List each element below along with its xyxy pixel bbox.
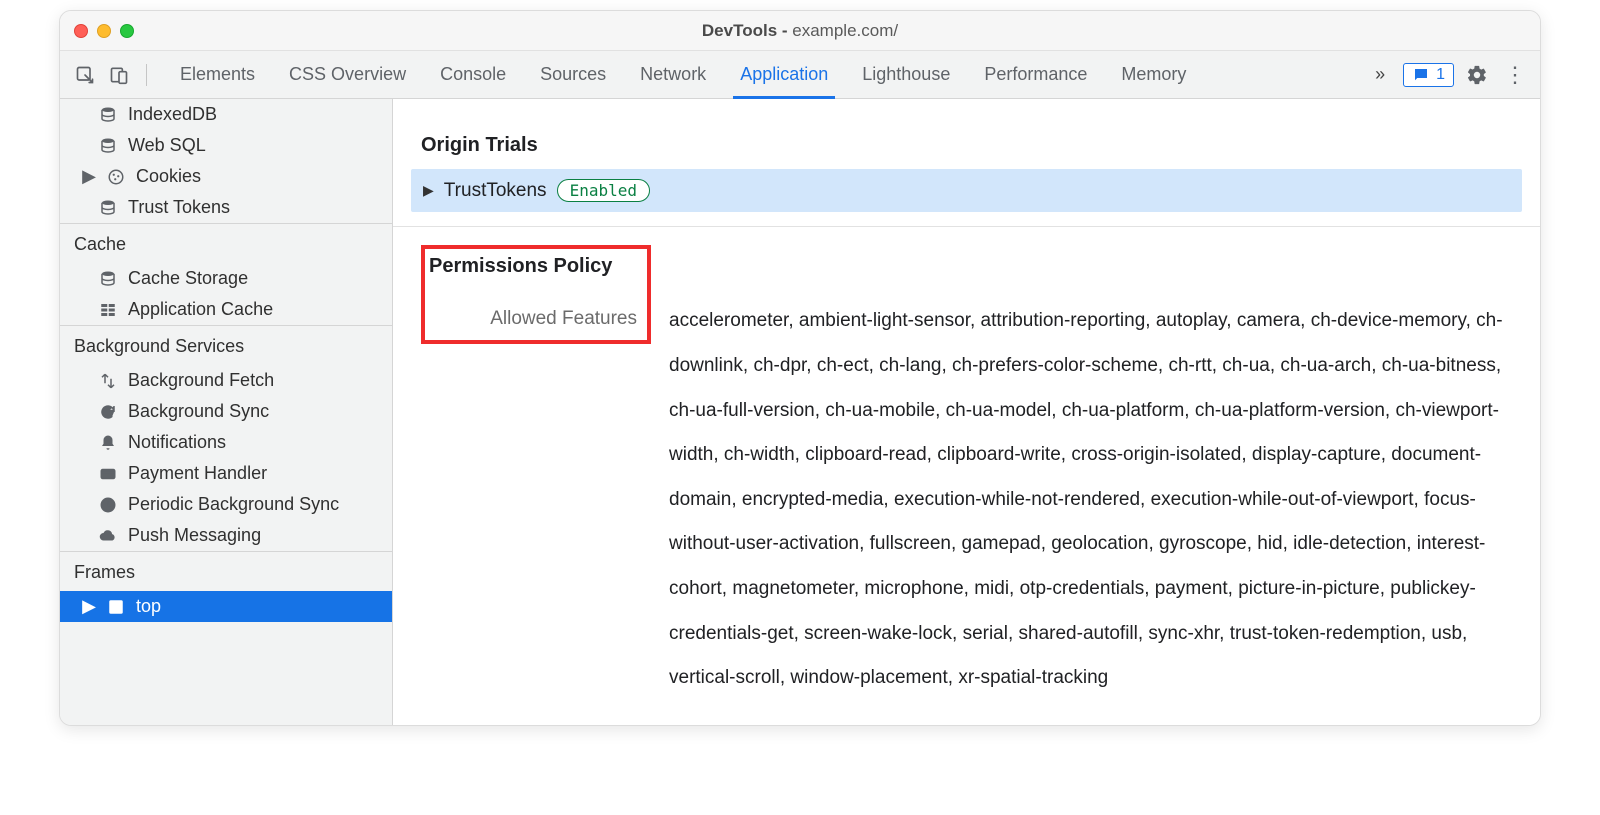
sidebar-label: Notifications bbox=[128, 432, 226, 453]
tab-sources[interactable]: Sources bbox=[523, 51, 623, 99]
permissions-allowed-features-label: Allowed Features bbox=[429, 308, 637, 330]
devtools-toolbar: Elements CSS Overview Console Sources Ne… bbox=[60, 51, 1540, 99]
window-title: DevTools - example.com/ bbox=[60, 21, 1540, 41]
sidebar-label: top bbox=[136, 596, 161, 617]
tab-application[interactable]: Application bbox=[723, 51, 845, 99]
more-tabs-icon[interactable]: » bbox=[1369, 64, 1391, 85]
title-url: example.com/ bbox=[792, 21, 898, 40]
cookie-icon bbox=[106, 167, 126, 187]
inspect-element-icon[interactable] bbox=[70, 60, 100, 90]
sidebar-item-frame-top[interactable]: ▶ top bbox=[60, 591, 392, 622]
window-controls bbox=[74, 24, 134, 38]
devtools-window: DevTools - example.com/ Elements CSS Ove… bbox=[59, 10, 1541, 726]
sidebar-group-cache[interactable]: Cache bbox=[60, 224, 392, 263]
application-sidebar[interactable]: IndexedDB Web SQL ▶ Cookies Trust Tokens… bbox=[60, 99, 393, 725]
tab-elements[interactable]: Elements bbox=[163, 51, 272, 99]
main-top-spacer bbox=[393, 99, 1540, 116]
permissions-policy-section: Permissions Policy Allowed Features acce… bbox=[393, 226, 1540, 725]
grid-icon bbox=[98, 300, 118, 320]
permissions-allowed-features-value: accelerometer, ambient-light-sensor, att… bbox=[669, 245, 1512, 701]
sidebar-item-cookies[interactable]: ▶ Cookies bbox=[60, 161, 392, 192]
tab-css-overview[interactable]: CSS Overview bbox=[272, 51, 423, 99]
origin-trial-status-badge: Enabled bbox=[557, 179, 650, 202]
sidebar-item-application-cache[interactable]: Application Cache bbox=[60, 294, 392, 325]
sidebar-label: Cache Storage bbox=[128, 268, 248, 289]
sidebar-label: Application Cache bbox=[128, 299, 273, 320]
sidebar-item-background-fetch[interactable]: Background Fetch bbox=[60, 365, 392, 396]
tab-network[interactable]: Network bbox=[623, 51, 723, 99]
sidebar-item-payment-handler[interactable]: Payment Handler bbox=[60, 458, 392, 489]
database-icon bbox=[98, 269, 118, 289]
origin-trial-name: TrustTokens bbox=[444, 180, 547, 202]
database-icon bbox=[98, 198, 118, 218]
close-window-button[interactable] bbox=[74, 24, 88, 38]
sidebar-item-indexeddb[interactable]: IndexedDB bbox=[60, 99, 392, 130]
sidebar-label: Periodic Background Sync bbox=[128, 494, 339, 515]
bell-icon bbox=[98, 433, 118, 453]
panel-tabs: Elements CSS Overview Console Sources Ne… bbox=[163, 51, 1203, 99]
sidebar-item-periodic-background-sync[interactable]: Periodic Background Sync bbox=[60, 489, 392, 520]
settings-icon[interactable] bbox=[1466, 64, 1488, 86]
sidebar-label: Trust Tokens bbox=[128, 197, 230, 218]
transfer-icon bbox=[98, 371, 118, 391]
minimize-window-button[interactable] bbox=[97, 24, 111, 38]
origin-trial-row[interactable]: ▶ TrustTokens Enabled bbox=[411, 169, 1522, 212]
disclosure-triangle-icon[interactable]: ▶ bbox=[82, 596, 96, 617]
sidebar-item-push-messaging[interactable]: Push Messaging bbox=[60, 520, 392, 551]
sidebar-label: Web SQL bbox=[128, 135, 206, 156]
sidebar-item-notifications[interactable]: Notifications bbox=[60, 427, 392, 458]
cloud-icon bbox=[98, 526, 118, 546]
kebab-menu-icon[interactable]: ⋮ bbox=[1500, 62, 1530, 88]
sidebar-label: IndexedDB bbox=[128, 104, 217, 125]
sidebar-group-background-services[interactable]: Background Services bbox=[60, 326, 392, 365]
sidebar-item-cache-storage[interactable]: Cache Storage bbox=[60, 263, 392, 294]
title-app: DevTools - bbox=[702, 21, 792, 40]
device-toolbar-icon[interactable] bbox=[104, 60, 134, 90]
sidebar-label: Payment Handler bbox=[128, 463, 267, 484]
tab-memory[interactable]: Memory bbox=[1104, 51, 1203, 99]
sidebar-label: Push Messaging bbox=[128, 525, 261, 546]
zoom-window-button[interactable] bbox=[120, 24, 134, 38]
frame-icon bbox=[106, 597, 126, 617]
issues-badge[interactable]: 1 bbox=[1403, 63, 1454, 87]
sidebar-group-frames[interactable]: Frames bbox=[60, 552, 392, 591]
permissions-policy-header: Permissions Policy bbox=[429, 255, 637, 278]
issues-count: 1 bbox=[1436, 66, 1445, 84]
tab-console[interactable]: Console bbox=[423, 51, 523, 99]
sync-icon bbox=[98, 402, 118, 422]
toolbar-separator bbox=[146, 64, 147, 86]
tab-lighthouse[interactable]: Lighthouse bbox=[845, 51, 967, 99]
disclosure-triangle-icon[interactable]: ▶ bbox=[82, 166, 96, 187]
panels: IndexedDB Web SQL ▶ Cookies Trust Tokens… bbox=[60, 99, 1540, 725]
window-titlebar: DevTools - example.com/ bbox=[60, 11, 1540, 51]
application-main: Origin Trials ▶ TrustTokens Enabled Perm… bbox=[393, 99, 1540, 725]
disclosure-triangle-icon[interactable]: ▶ bbox=[423, 182, 434, 199]
sidebar-item-websql[interactable]: Web SQL bbox=[60, 130, 392, 161]
sidebar-item-background-sync[interactable]: Background Sync bbox=[60, 396, 392, 427]
message-icon bbox=[1412, 66, 1430, 84]
database-icon bbox=[98, 105, 118, 125]
toolbar-right: » 1 ⋮ bbox=[1369, 62, 1530, 88]
database-icon bbox=[98, 136, 118, 156]
clock-icon bbox=[98, 495, 118, 515]
tab-performance[interactable]: Performance bbox=[967, 51, 1104, 99]
sidebar-item-trust-tokens[interactable]: Trust Tokens bbox=[60, 192, 392, 223]
origin-trials-header: Origin Trials bbox=[393, 116, 1540, 169]
sidebar-label: Cookies bbox=[136, 166, 201, 187]
sidebar-label: Background Sync bbox=[128, 401, 269, 422]
permissions-header-highlight: Permissions Policy Allowed Features bbox=[421, 245, 651, 344]
sidebar-label: Background Fetch bbox=[128, 370, 274, 391]
card-icon bbox=[98, 464, 118, 484]
